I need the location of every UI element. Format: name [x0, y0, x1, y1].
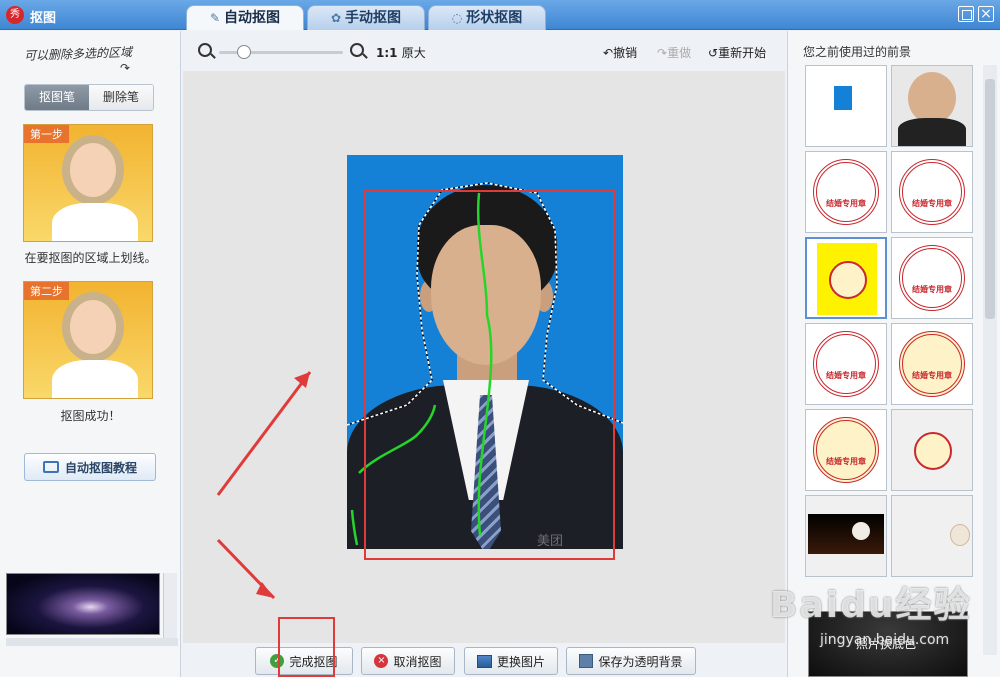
foreground-thumb[interactable] [891, 65, 973, 147]
annotation-arrows [216, 371, 312, 600]
stamp-image: 结婚专用章 [813, 159, 879, 225]
foreground-thumb[interactable]: 结婚专用章 [805, 151, 887, 233]
step2-tag: 第二步 [24, 282, 69, 300]
mini-portrait [834, 86, 852, 110]
left-hscrollbar[interactable] [6, 638, 178, 646]
step2-image: 第二步 [23, 281, 153, 399]
erase-pen-button[interactable]: 删除笔 [89, 85, 153, 110]
cancel-icon: × [374, 654, 389, 668]
galaxy-thumbnail[interactable] [6, 573, 160, 635]
restart-label: 重新开始 [718, 46, 767, 60]
baby-illustration [62, 292, 124, 362]
foreground-thumb-selected[interactable] [805, 237, 887, 319]
dark-photo [808, 514, 884, 554]
baby-body [52, 203, 138, 241]
ratio-value: 1:1 [376, 46, 398, 60]
window-title: 抠图 [30, 11, 57, 26]
step1-image: 第一步 [23, 124, 153, 242]
title-bar: 秀 抠图 ✎ 自动抠图 ✿ 手动抠图 ◌ 形状抠图 × [0, 0, 1000, 30]
foreground-thumb[interactable] [805, 65, 887, 147]
undo-button[interactable]: ↶撤销 [603, 44, 637, 61]
tutorial-button[interactable]: 自动抠图教程 [24, 453, 156, 481]
redo-icon: ↷ [657, 46, 668, 60]
undo-icon: ↶ [603, 46, 614, 60]
stamp-image [914, 432, 952, 470]
app-logo-icon: 秀 [6, 6, 24, 24]
pen-toggle: 抠图笔 删除笔 [24, 84, 154, 111]
tutorial-label: 自动抠图教程 [64, 460, 137, 475]
cutout-pen-button[interactable]: 抠图笔 [25, 85, 89, 110]
stamp-image [829, 261, 867, 299]
canvas-toolbar: 1:1 原大 ↶撤销 ↷重做 ↺重新开始 [183, 31, 785, 71]
tab-label: 形状抠图 [466, 10, 523, 26]
foreground-thumb[interactable] [891, 409, 973, 491]
handwritten-hint: 可以删除多选的区域 [23, 45, 133, 63]
image-icon [476, 654, 492, 668]
save-icon [579, 654, 594, 668]
tab-label: 自动抠图 [224, 10, 281, 26]
curved-arrow-icon: ↷ [120, 61, 131, 75]
baidu-url: jingyan.baidu.com [820, 632, 950, 648]
baby-illustration [62, 135, 124, 205]
stamp-image: 结婚专用章 [899, 331, 965, 397]
stamp-image: 结婚专用章 [899, 245, 965, 311]
tab-label: 手动抠图 [345, 10, 402, 26]
brush-icon: ✎ [209, 11, 221, 25]
close-icon: × [980, 6, 992, 22]
foreground-thumb[interactable]: 结婚专用章 [805, 323, 887, 405]
tab-auto-cutout[interactable]: ✎ 自动抠图 [186, 5, 304, 30]
baidu-watermark: Baidu经验 [770, 585, 972, 626]
book-icon [42, 461, 59, 473]
foreground-thumb[interactable]: 结婚专用章 [805, 409, 887, 491]
step1-text: 在要抠图的区域上划线。 [24, 251, 157, 265]
maximize-button[interactable] [958, 6, 974, 22]
redo-button[interactable]: ↷重做 [657, 44, 691, 61]
foreground-thumb[interactable] [805, 495, 887, 577]
zoom-in-icon[interactable] [350, 43, 364, 57]
foreground-history-title: 您之前使用过的前景 [803, 45, 912, 59]
shape-icon: ◌ [451, 11, 463, 25]
stamp-image: 结婚专用章 [899, 159, 965, 225]
original-size-button[interactable]: 1:1 原大 [376, 44, 426, 61]
change-label: 更换图片 [496, 654, 545, 669]
foreground-thumb[interactable] [891, 495, 973, 577]
foreground-thumb[interactable]: 结婚专用章 [891, 151, 973, 233]
step1-tag: 第一步 [24, 125, 69, 143]
change-image-button[interactable]: 更换图片 [464, 647, 558, 675]
zoom-slider-thumb[interactable] [236, 45, 251, 59]
save-transparent-button[interactable]: 保存为透明背景 [566, 647, 696, 675]
tab-manual-cutout[interactable]: ✿ 手动抠图 [307, 5, 425, 30]
highlight-box [364, 190, 615, 560]
restart-icon: ↺ [708, 46, 719, 60]
portrait-face [908, 72, 956, 124]
tab-shape-cutout[interactable]: ◌ 形状抠图 [428, 5, 546, 30]
cancel-label: 取消抠图 [393, 654, 442, 669]
undo-label: 撤销 [613, 46, 638, 60]
close-button[interactable]: × [978, 6, 994, 22]
action-bar: ✓ 完成抠图 × 取消抠图 更换图片 保存为透明背景 [183, 643, 785, 677]
restart-button[interactable]: ↺重新开始 [708, 44, 766, 61]
dog-image [852, 522, 870, 540]
finish-highlight-box [278, 617, 335, 677]
portrait-shirt [898, 118, 966, 146]
gear-icon: ✿ [330, 11, 342, 25]
stamp-image: 结婚专用章 [813, 331, 879, 397]
step2-text: 抠图成功！ [60, 409, 121, 423]
redo-label: 重做 [667, 46, 692, 60]
cancel-cutout-button[interactable]: × 取消抠图 [361, 647, 455, 675]
right-scrollbar-thumb[interactable] [985, 79, 995, 319]
left-scrollbar[interactable] [163, 573, 177, 639]
ratio-label: 原大 [401, 46, 426, 60]
save-label: 保存为透明背景 [598, 654, 683, 669]
foreground-thumb[interactable]: 结婚专用章 [891, 323, 973, 405]
zoom-out-icon[interactable] [198, 43, 212, 57]
baby-body [52, 360, 138, 398]
foreground-thumb[interactable]: 结婚专用章 [891, 237, 973, 319]
stamp-image: 结婚专用章 [813, 417, 879, 483]
dog-image [950, 524, 970, 546]
